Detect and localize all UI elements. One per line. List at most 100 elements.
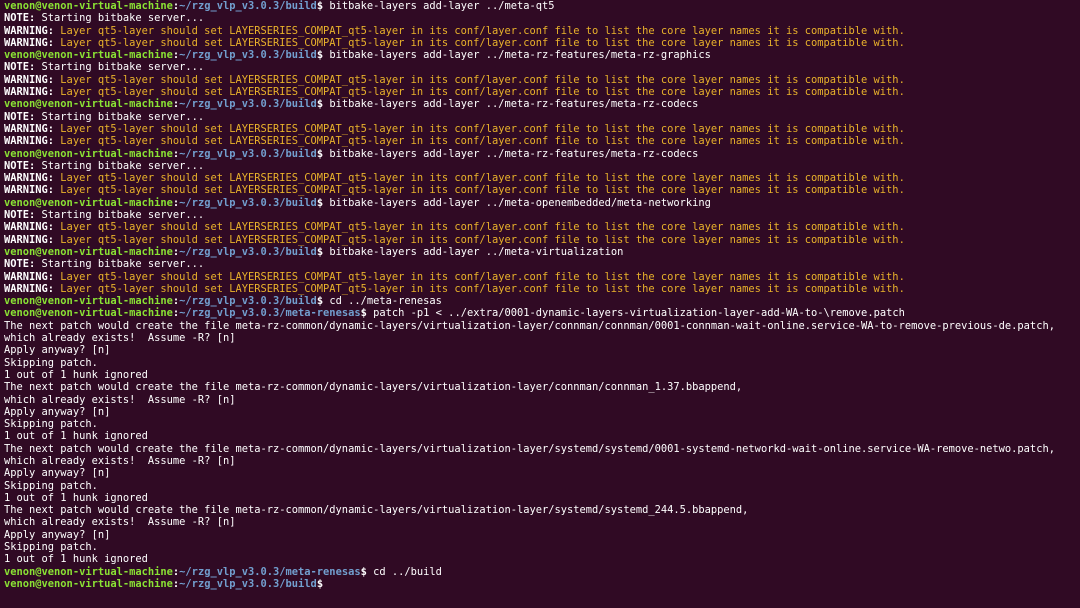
terminal-line-warning: WARNING: Layer qt5-layer should set LAYE… xyxy=(4,271,1076,283)
warning-text: Layer qt5-layer should set LAYERSERIES_C… xyxy=(54,270,905,283)
output-text: Skipping patch. xyxy=(4,356,98,369)
warning-label: WARNING: xyxy=(4,24,55,37)
output-text: 1 out of 1 hunk ignored xyxy=(4,430,148,443)
terminal-line-warning: WARNING: Layer qt5-layer should set LAYE… xyxy=(4,74,1076,86)
terminal-line-output: The next patch would create the file met… xyxy=(4,381,1076,393)
command-text: bitbake-layers add-layer ../meta-rz-feat… xyxy=(323,147,699,160)
command-text: bitbake-layers add-layer ../meta-openemb… xyxy=(323,196,711,209)
command-text: cd ../build xyxy=(366,565,442,578)
terminal-line-note: NOTE: Starting bitbake server... xyxy=(4,61,1076,73)
terminal-line-output: 1 out of 1 hunk ignored xyxy=(4,553,1076,565)
note-label: NOTE: xyxy=(4,12,36,25)
terminal-line-prompt: venon@venon-virtual-machine:~/rzg_vlp_v3… xyxy=(4,197,1076,209)
warning-label: WARNING: xyxy=(4,86,55,99)
terminal-line-prompt: venon@venon-virtual-machine:~/rzg_vlp_v3… xyxy=(4,246,1076,258)
note-label: NOTE: xyxy=(4,159,36,172)
terminal-line-warning: WARNING: Layer qt5-layer should set LAYE… xyxy=(4,283,1076,295)
warning-text: Layer qt5-layer should set LAYERSERIES_C… xyxy=(54,221,905,234)
command-text: bitbake-layers add-layer ../meta-rz-feat… xyxy=(323,98,699,111)
terminal-line-warning: WARNING: Layer qt5-layer should set LAYE… xyxy=(4,37,1076,49)
output-text: Skipping patch. xyxy=(4,541,98,554)
output-text: Skipping patch. xyxy=(4,479,98,492)
terminal-line-warning: WARNING: Layer qt5-layer should set LAYE… xyxy=(4,123,1076,135)
terminal-line-note: NOTE: Starting bitbake server... xyxy=(4,111,1076,123)
terminal-line-output: 1 out of 1 hunk ignored xyxy=(4,492,1076,504)
output-text: The next patch would create the file met… xyxy=(4,319,1055,332)
warning-label: WARNING: xyxy=(4,36,55,49)
warning-label: WARNING: xyxy=(4,122,55,135)
terminal-line-output: Apply anyway? [n] xyxy=(4,529,1076,541)
command-text: bitbake-layers add-layer ../meta-virtual… xyxy=(323,245,624,258)
terminal-line-prompt: venon@venon-virtual-machine:~/rzg_vlp_v3… xyxy=(4,578,1076,590)
note-text: Starting bitbake server... xyxy=(35,110,205,123)
note-text: Starting bitbake server... xyxy=(35,209,205,222)
warning-label: WARNING: xyxy=(4,135,55,148)
terminal-line-warning: WARNING: Layer qt5-layer should set LAYE… xyxy=(4,184,1076,196)
note-label: NOTE: xyxy=(4,258,36,271)
prompt-path: ~/rzg_vlp_v3.0.3/build xyxy=(179,245,317,258)
warning-text: Layer qt5-layer should set LAYERSERIES_C… xyxy=(54,172,905,185)
prompt-path: ~/rzg_vlp_v3.0.3/meta-renesas xyxy=(179,307,361,320)
command-text: bitbake-layers add-layer ../meta-qt5 xyxy=(323,0,555,12)
terminal-line-warning: WARNING: Layer qt5-layer should set LAYE… xyxy=(4,135,1076,147)
terminal-line-output: Apply anyway? [n] xyxy=(4,406,1076,418)
cursor[interactable] xyxy=(323,578,329,589)
warning-text: Layer qt5-layer should set LAYERSERIES_C… xyxy=(54,135,905,148)
prompt-user: venon@venon-virtual-machine xyxy=(4,245,173,258)
warning-text: Layer qt5-layer should set LAYERSERIES_C… xyxy=(54,282,905,295)
terminal-line-prompt: venon@venon-virtual-machine:~/rzg_vlp_v3… xyxy=(4,49,1076,61)
terminal-line-warning: WARNING: Layer qt5-layer should set LAYE… xyxy=(4,25,1076,37)
prompt-path: ~/rzg_vlp_v3.0.3/build xyxy=(179,577,317,590)
note-label: NOTE: xyxy=(4,61,36,74)
warning-text: Layer qt5-layer should set LAYERSERIES_C… xyxy=(54,233,905,246)
prompt-user: venon@venon-virtual-machine xyxy=(4,196,173,209)
warning-text: Layer qt5-layer should set LAYERSERIES_C… xyxy=(54,184,905,197)
note-label: NOTE: xyxy=(4,110,36,123)
warning-label: WARNING: xyxy=(4,233,55,246)
prompt-user: venon@venon-virtual-machine xyxy=(4,49,173,62)
prompt-path: ~/rzg_vlp_v3.0.3/build xyxy=(179,49,317,62)
output-text: Apply anyway? [n] xyxy=(4,528,111,541)
warning-text: Layer qt5-layer should set LAYERSERIES_C… xyxy=(54,122,905,135)
terminal-line-warning: WARNING: Layer qt5-layer should set LAYE… xyxy=(4,234,1076,246)
terminal-line-prompt: venon@venon-virtual-machine:~/rzg_vlp_v3… xyxy=(4,307,1076,319)
prompt-path: ~/rzg_vlp_v3.0.3/build xyxy=(179,196,317,209)
warning-label: WARNING: xyxy=(4,270,55,283)
terminal-line-output: Skipping patch. xyxy=(4,541,1076,553)
terminal-line-output: Skipping patch. xyxy=(4,357,1076,369)
terminal-line-prompt: venon@venon-virtual-machine:~/rzg_vlp_v3… xyxy=(4,98,1076,110)
warning-label: WARNING: xyxy=(4,282,55,295)
note-text: Starting bitbake server... xyxy=(35,61,205,74)
terminal-line-note: NOTE: Starting bitbake server... xyxy=(4,209,1076,221)
output-text: Skipping patch. xyxy=(4,418,98,431)
terminal-line-output: which already exists! Assume -R? [n] xyxy=(4,455,1076,467)
warning-label: WARNING: xyxy=(4,221,55,234)
terminal-line-output: which already exists! Assume -R? [n] xyxy=(4,394,1076,406)
terminal-line-output: The next patch would create the file met… xyxy=(4,504,1076,516)
terminal-line-warning: WARNING: Layer qt5-layer should set LAYE… xyxy=(4,172,1076,184)
note-text: Starting bitbake server... xyxy=(35,159,205,172)
terminal-line-output: Skipping patch. xyxy=(4,418,1076,430)
terminal-line-prompt: venon@venon-virtual-machine:~/rzg_vlp_v3… xyxy=(4,148,1076,160)
output-text: Apply anyway? [n] xyxy=(4,344,111,357)
command-text: cd ../meta-renesas xyxy=(323,295,442,308)
terminal-line-output: 1 out of 1 hunk ignored xyxy=(4,369,1076,381)
terminal-line-output: 1 out of 1 hunk ignored xyxy=(4,430,1076,442)
terminal-line-output: The next patch would create the file met… xyxy=(4,443,1076,455)
output-text: The next patch would create the file met… xyxy=(4,504,749,517)
output-text: The next patch would create the file met… xyxy=(4,381,743,394)
output-text: 1 out of 1 hunk ignored xyxy=(4,491,148,504)
terminal-line-output: Skipping patch. xyxy=(4,480,1076,492)
output-text: Apply anyway? [n] xyxy=(4,405,111,418)
terminal-line-warning: WARNING: Layer qt5-layer should set LAYE… xyxy=(4,221,1076,233)
prompt-user: venon@venon-virtual-machine xyxy=(4,295,173,308)
command-text: patch -p1 < ../extra/0001-dynamic-layers… xyxy=(366,307,905,320)
terminal-line-note: NOTE: Starting bitbake server... xyxy=(4,160,1076,172)
terminal-line-output: which already exists! Assume -R? [n] xyxy=(4,332,1076,344)
terminal-line-output: which already exists! Assume -R? [n] xyxy=(4,516,1076,528)
note-label: NOTE: xyxy=(4,209,36,222)
prompt-path: ~/rzg_vlp_v3.0.3/meta-renesas xyxy=(179,565,361,578)
terminal-output[interactable]: venon@venon-virtual-machine:~/rzg_vlp_v3… xyxy=(0,0,1080,608)
warning-label: WARNING: xyxy=(4,172,55,185)
note-text: Starting bitbake server... xyxy=(35,12,205,25)
